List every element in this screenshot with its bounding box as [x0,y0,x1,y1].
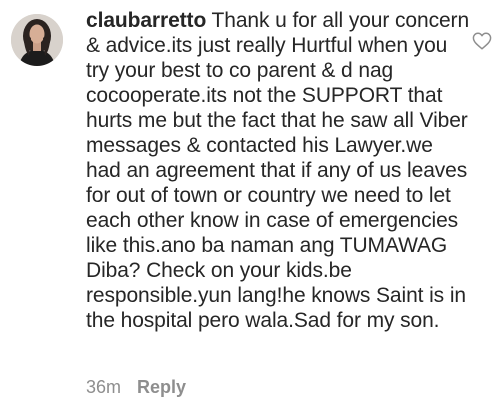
avatar[interactable] [11,14,63,66]
username-link[interactable]: claubarretto [86,9,206,32]
heart-outline-icon[interactable] [472,32,492,50]
profile-photo-image [11,14,63,66]
timestamp: 36m [86,377,122,397]
reply-button[interactable]: Reply [137,376,186,398]
comment-body: claubarretto Thank u for all your concer… [86,8,470,333]
comment-meta: 36m Reply [86,376,186,398]
comment: claubarretto Thank u for all your concer… [0,0,503,414]
comment-text: Thank u for all your concern & advice.it… [86,9,475,332]
